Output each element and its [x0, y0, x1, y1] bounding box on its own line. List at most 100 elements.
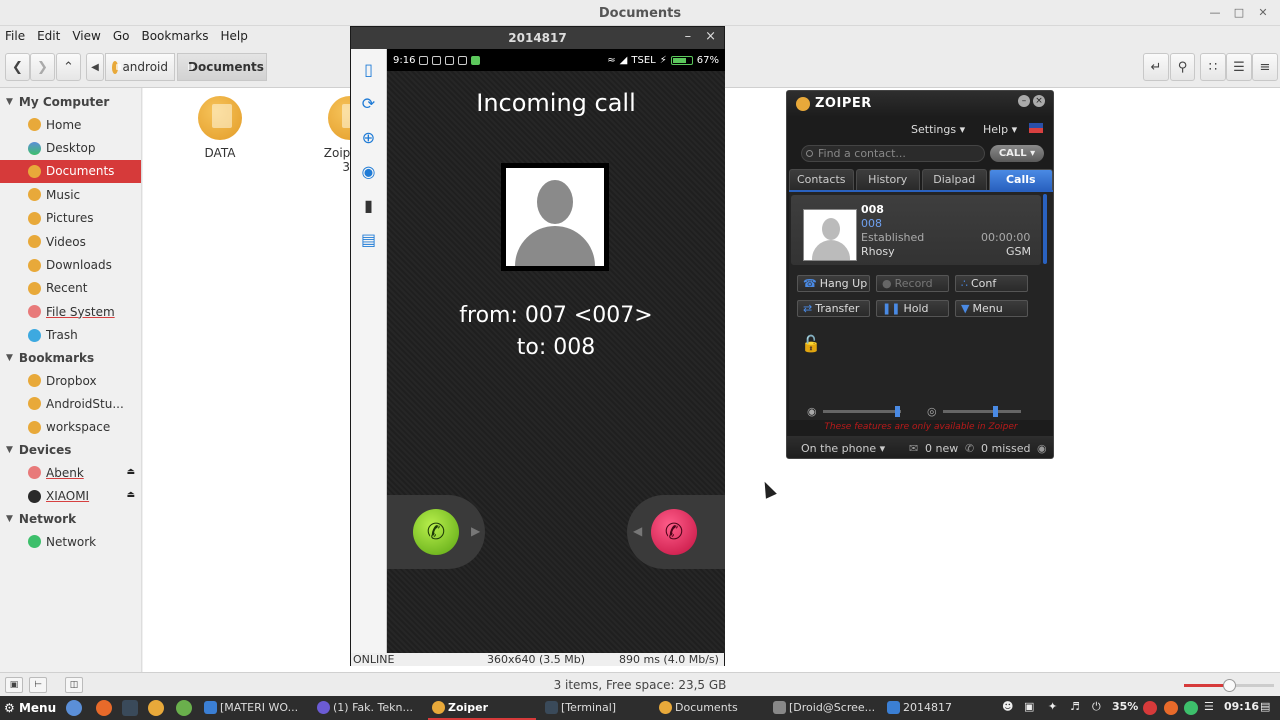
- speaker-volume-slider[interactable]: [823, 406, 901, 417]
- app-tray-icon[interactable]: [1164, 701, 1178, 715]
- sidebar-section-bookmarks[interactable]: ▼ Bookmarks: [0, 347, 141, 369]
- active-call-card[interactable]: 008 008 Established 00:00:00 Rhosy GSM: [791, 195, 1041, 265]
- contact-search-input[interactable]: Find a contact...: [801, 145, 985, 162]
- document-icon[interactable]: ▤: [357, 227, 381, 251]
- video-icon[interactable]: ▮: [357, 193, 381, 217]
- settings-menu[interactable]: Settings ▾: [911, 123, 965, 136]
- microphone-volume-slider[interactable]: [943, 406, 1021, 417]
- eject-icon[interactable]: ⏏: [126, 467, 135, 477]
- sidebar-item-workspace[interactable]: workspace: [0, 416, 141, 439]
- breadcrumb-left-button[interactable]: ◀: [86, 53, 104, 81]
- forward-button[interactable]: ❯: [30, 53, 55, 81]
- decline-call-button[interactable]: ✆: [651, 509, 697, 555]
- device-icon[interactable]: ▯: [357, 57, 381, 81]
- presence-status-dropdown[interactable]: On the phone ▾: [801, 442, 885, 455]
- missed-count[interactable]: 0 missed: [981, 442, 1030, 455]
- sidebar-item-recent[interactable]: Recent: [0, 277, 141, 300]
- menu-help[interactable]: Help: [221, 26, 248, 46]
- close-icon[interactable]: ✕: [1254, 4, 1272, 22]
- minimize-icon[interactable]: —: [1206, 4, 1224, 22]
- help-menu[interactable]: Help ▾: [983, 123, 1017, 136]
- toggle-location-button[interactable]: ↵: [1143, 53, 1169, 81]
- sidebar-item-xiaomi[interactable]: XIAOMI ⏏: [0, 484, 141, 507]
- battery-percentage[interactable]: 35%: [1112, 700, 1138, 713]
- sidebar-item-pictures[interactable]: Pictures: [0, 207, 141, 230]
- sidebar-section-devices[interactable]: ▼ Devices: [0, 439, 141, 461]
- decline-slider[interactable]: ◀ ✆: [627, 495, 725, 569]
- tab-contacts[interactable]: Contacts: [789, 169, 854, 190]
- zoiper-close-icon[interactable]: ×: [1033, 95, 1045, 107]
- zoiper-minimize-icon[interactable]: –: [1018, 95, 1030, 107]
- volume-icon[interactable]: ♬: [1070, 700, 1080, 713]
- file-item-data[interactable]: DATA: [165, 96, 275, 160]
- clock[interactable]: 09:16: [1224, 700, 1259, 713]
- task-emulator[interactable]: 2014817: [883, 696, 993, 720]
- sidebar-section-network[interactable]: ▼ Network: [0, 508, 141, 530]
- menu-edit[interactable]: Edit: [37, 26, 60, 46]
- icon-view-button[interactable]: ∷: [1200, 53, 1226, 81]
- breadcrumb-android[interactable]: android: [105, 53, 175, 81]
- maximize-icon[interactable]: □: [1230, 4, 1248, 22]
- hang-up-button[interactable]: ☎ Hang Up: [797, 275, 870, 292]
- task-terminal[interactable]: [Terminal]: [541, 696, 651, 720]
- answer-call-button[interactable]: ✆: [413, 509, 459, 555]
- task-documents[interactable]: Documents: [655, 696, 765, 720]
- zoom-slider[interactable]: [1184, 679, 1274, 692]
- sidebar-item-dropbox[interactable]: Dropbox: [0, 369, 141, 392]
- sidebar-item-androidstudio[interactable]: AndroidStu...: [0, 392, 141, 415]
- list-view-button[interactable]: ☰: [1226, 53, 1252, 81]
- user-icon[interactable]: ☻: [1002, 700, 1013, 713]
- menu-file[interactable]: File: [5, 26, 25, 46]
- start-menu-button[interactable]: ⚙ Menu: [4, 701, 56, 715]
- zoom-icon[interactable]: ⊕: [357, 125, 381, 149]
- record-indicator-icon[interactable]: [1143, 701, 1157, 715]
- slider-thumb[interactable]: [993, 406, 998, 417]
- call-button[interactable]: CALL ▾: [990, 145, 1044, 162]
- eject-icon[interactable]: ⏏: [126, 490, 135, 500]
- hold-button[interactable]: ❚❚ Hold: [876, 300, 949, 317]
- record-button[interactable]: ● Record: [876, 275, 949, 292]
- menu-bookmarks[interactable]: Bookmarks: [141, 26, 208, 46]
- sidebar-item-desktop[interactable]: Desktop: [0, 136, 141, 159]
- show-desktop-icon[interactable]: [66, 700, 82, 716]
- sidebar-item-file-system[interactable]: File System: [0, 300, 141, 323]
- compact-view-button[interactable]: ≡: [1252, 53, 1278, 81]
- up-button[interactable]: ⌃: [56, 53, 81, 81]
- task-browser[interactable]: (1) Fak. Tekn...: [313, 696, 423, 720]
- back-button[interactable]: ❮: [5, 53, 30, 81]
- search-button[interactable]: ⚲: [1170, 53, 1195, 81]
- sidebar-section-my-computer[interactable]: ▼ My Computer: [0, 91, 141, 113]
- emulator-close-icon[interactable]: ×: [705, 29, 716, 44]
- menu-view[interactable]: View: [72, 26, 100, 46]
- rotate-icon[interactable]: ⟳: [357, 91, 381, 115]
- zoom-slider-thumb[interactable]: [1223, 679, 1236, 692]
- notification-tray-icon[interactable]: ▤: [1260, 700, 1270, 713]
- tab-calls[interactable]: Calls: [988, 169, 1053, 190]
- bluetooth-icon[interactable]: ✦: [1048, 700, 1057, 713]
- android-icon[interactable]: [176, 700, 192, 716]
- display-icon[interactable]: ▣: [1024, 700, 1034, 713]
- transfer-button[interactable]: ⇄ Transfer: [797, 300, 870, 317]
- scrollbar[interactable]: [1043, 194, 1047, 264]
- camera-icon[interactable]: ◉: [357, 159, 381, 183]
- terminal-icon[interactable]: [122, 700, 138, 716]
- sidebar-item-abenk[interactable]: Abenk ⏏: [0, 461, 141, 484]
- tab-dialpad[interactable]: Dialpad: [922, 169, 987, 190]
- tab-history[interactable]: History: [855, 169, 920, 190]
- files-icon[interactable]: [148, 700, 164, 716]
- task-droid-screen[interactable]: [Droid@Scree...: [769, 696, 879, 720]
- shield-icon[interactable]: [1184, 701, 1198, 715]
- menu-go[interactable]: Go: [113, 26, 130, 46]
- new-count[interactable]: 0 new: [925, 442, 958, 455]
- sidebar-item-downloads[interactable]: Downloads: [0, 253, 141, 276]
- task-zoiper[interactable]: Zoiper: [428, 696, 536, 720]
- language-flag-icon[interactable]: [1029, 123, 1043, 133]
- breadcrumb-documents[interactable]: Documents: [177, 53, 267, 81]
- slider-thumb[interactable]: [895, 406, 900, 417]
- answer-slider[interactable]: ✆ ▶: [387, 495, 485, 569]
- sidebar-item-videos[interactable]: Videos: [0, 230, 141, 253]
- conference-button[interactable]: ∴ Conf: [955, 275, 1028, 292]
- firefox-icon[interactable]: [96, 700, 112, 716]
- sidebar-item-network[interactable]: Network: [0, 530, 141, 553]
- call-menu-button[interactable]: ▼ Menu: [955, 300, 1028, 317]
